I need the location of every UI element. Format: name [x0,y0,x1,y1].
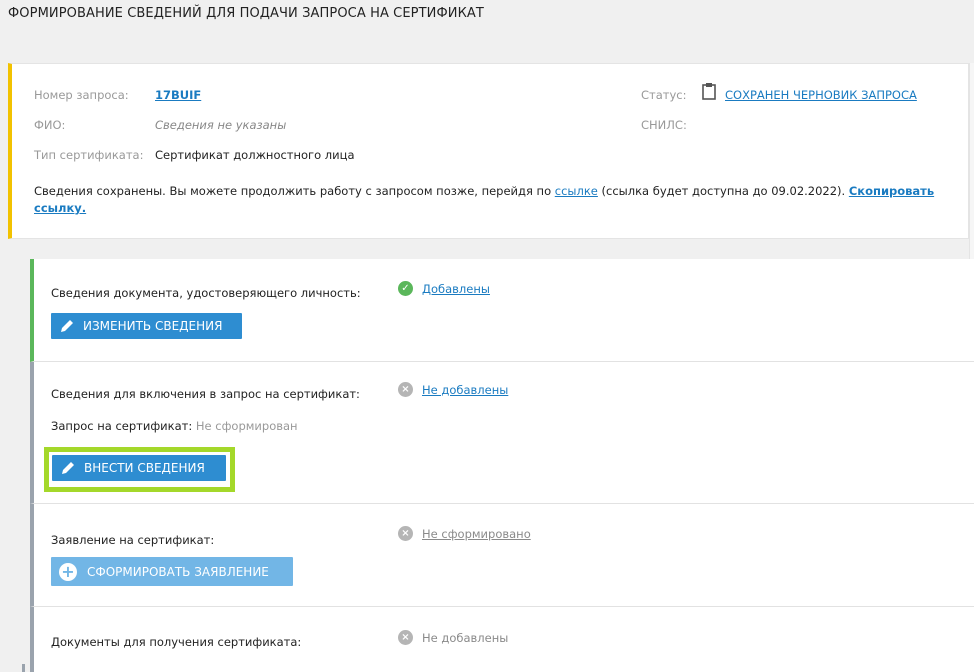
button-label: ВНЕСТИ СВЕДЕНИЯ [84,461,205,475]
cert-request-label: Запрос на сертификат: [51,419,193,433]
section-label: Сведения для включения в запрос на серти… [51,387,360,401]
sections-panel: Сведения документа, удостоверяющего личн… [30,259,974,672]
page-title: ФОРМИРОВАНИЕ СВЕДЕНИЙ ДЛЯ ПОДАЧИ ЗАПРОСА… [8,6,484,21]
button-label: ИЗМЕНИТЬ СВЕДЕНИЯ [83,319,223,333]
plus-circle-icon: + [59,562,77,581]
clipboard-icon [701,82,717,103]
create-application-button[interactable]: + СФОРМИРОВАТЬ ЗАЯВЛЕНИЕ [51,557,293,586]
cert-request-line: Запрос на сертификат: Не сформирован [51,419,298,433]
section-request-details: Сведения для включения в запрос на серти… [30,362,974,504]
cert-request-value: Не сформирован [195,419,298,433]
enter-details-button[interactable]: ВНЕСТИ СВЕДЕНИЯ [52,455,226,481]
fio-value: Сведения не указаны [155,118,287,132]
section-status: × Не сформировано [398,526,531,541]
status-label: Статус: [641,88,687,102]
note-text-before: Сведения сохранены. Вы можете продолжить… [34,184,555,198]
section-label: Сведения документа, удостоверяющего личн… [51,286,361,300]
status-link[interactable]: Не сформировано [422,527,531,541]
section-label: Заявление на сертификат: [51,533,215,547]
x-circle-icon: × [398,526,413,541]
status-text: Не добавлены [422,630,509,645]
saved-note: Сведения сохранены. Вы можете продолжить… [34,183,944,217]
request-number-label: Номер запроса: [34,88,129,102]
section-documents: Документы для получения сертификата: × Н… [30,607,974,672]
status-value-link[interactable]: СОХРАНЕН ЧЕРНОВИК ЗАПРОСА [725,88,917,102]
section-identity-document: Сведения документа, удостоверяющего личн… [30,259,974,362]
cert-type-label: Тип сертификата: [34,148,144,162]
status-link[interactable]: Не добавлены [422,383,508,397]
x-circle-icon: × [398,382,413,397]
status-link[interactable]: Добавлены [422,282,490,296]
fio-label: ФИО: [34,118,66,132]
cert-type-value: Сертификат должностного лица [155,148,355,162]
x-circle-icon: × [398,630,413,645]
section-status: × Не добавлены [398,630,508,645]
section-status: ✓ Добавлены [398,281,490,296]
request-number-link[interactable]: 17BUIF [155,88,201,102]
pencil-icon [62,462,74,474]
note-text-after: (ссылка будет доступна до 09.02.2022). [597,184,849,198]
pencil-icon [61,320,73,332]
snils-label: СНИЛС: [641,118,687,132]
note-link[interactable]: ссылке [555,184,598,198]
request-info-card: Номер запроса: 17BUIF ФИО: Сведения не у… [8,63,969,239]
check-circle-icon: ✓ [398,281,413,296]
bottom-marker [22,664,25,672]
button-label: СФОРМИРОВАТЬ ЗАЯВЛЕНИЕ [87,564,269,579]
edit-details-button[interactable]: ИЗМЕНИТЬ СВЕДЕНИЯ [51,313,242,339]
section-status: × Не добавлены [398,382,508,397]
section-label: Документы для получения сертификата: [51,635,302,649]
section-application: Заявление на сертификат: × Не сформирова… [30,504,974,607]
